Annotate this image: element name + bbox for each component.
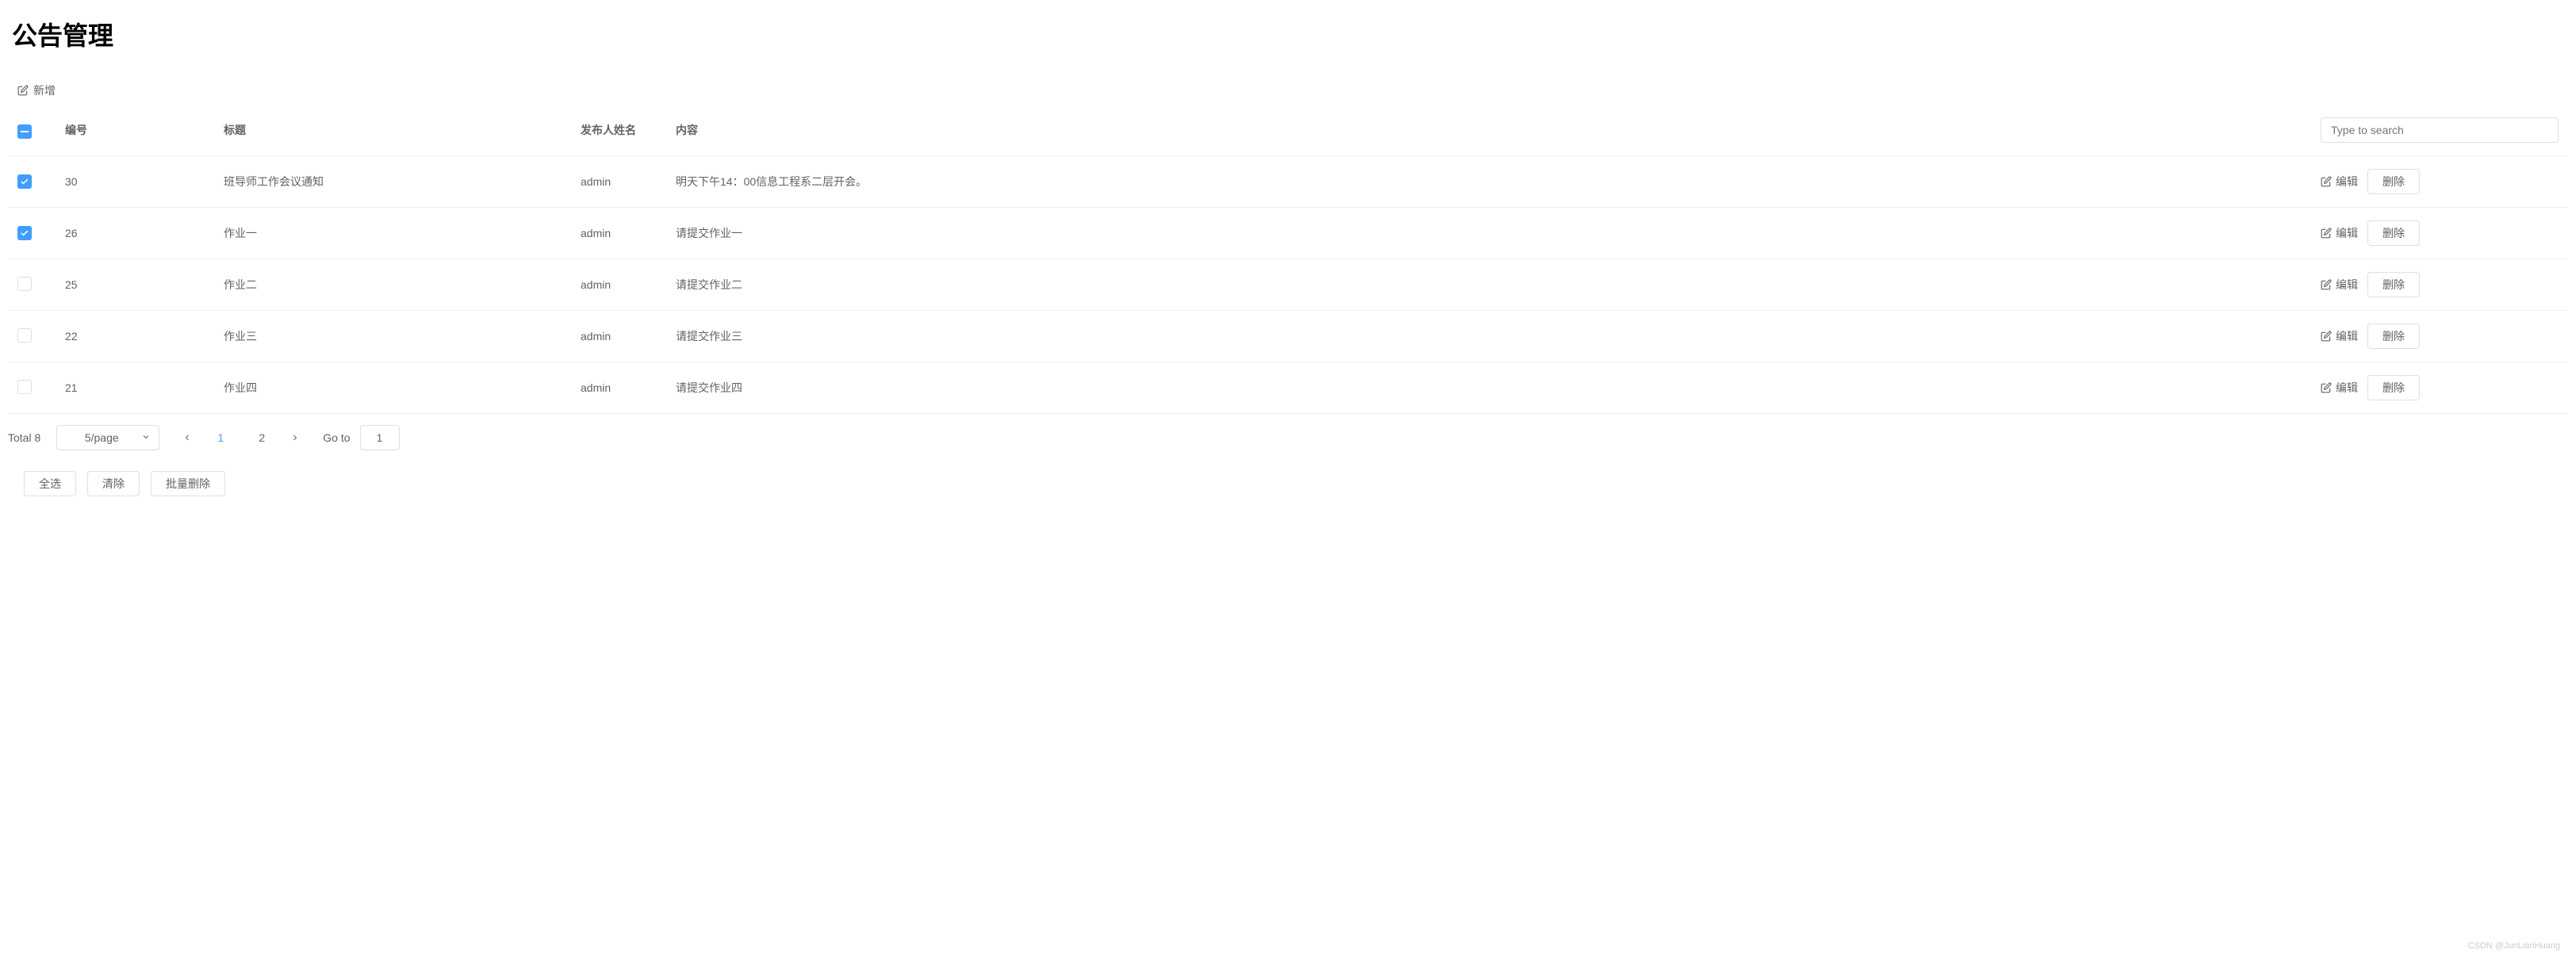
cell-id: 21 — [56, 362, 214, 414]
row-checkbox[interactable] — [17, 380, 32, 394]
edit-label: 编辑 — [2336, 328, 2358, 344]
edit-button[interactable]: 编辑 — [2321, 328, 2358, 344]
edit-button[interactable]: 编辑 — [2321, 380, 2358, 396]
select-all-checkbox[interactable] — [17, 124, 32, 139]
page-size-select[interactable]: 5/page — [56, 425, 159, 450]
goto-label: Go to — [323, 431, 350, 444]
cell-publisher: admin — [571, 259, 666, 311]
delete-button[interactable]: 删除 — [2367, 323, 2420, 349]
edit-label: 编辑 — [2336, 174, 2358, 189]
table-row: 21 作业四 admin 请提交作业四 编辑 删除 — [8, 362, 2568, 414]
edit-label: 编辑 — [2336, 225, 2358, 241]
edit-button[interactable]: 编辑 — [2321, 174, 2358, 189]
page-title: 公告管理 — [8, 16, 2568, 52]
next-page-button[interactable] — [283, 426, 307, 450]
edit-icon — [17, 85, 29, 96]
cell-content: 请提交作业四 — [666, 362, 2311, 414]
add-label: 新增 — [33, 82, 56, 98]
chevron-down-icon — [141, 431, 151, 444]
delete-button[interactable]: 删除 — [2367, 169, 2420, 194]
cell-id: 30 — [56, 156, 214, 208]
select-all-button[interactable]: 全选 — [24, 471, 76, 496]
batch-delete-button[interactable]: 批量删除 — [151, 471, 225, 496]
delete-button[interactable]: 删除 — [2367, 220, 2420, 246]
cell-content: 明天下午14：00信息工程系二层开会。 — [666, 156, 2311, 208]
edit-label: 编辑 — [2336, 277, 2358, 293]
cell-content: 请提交作业一 — [666, 208, 2311, 259]
page-size-label: 5/page — [85, 431, 119, 444]
edit-icon — [2321, 382, 2332, 393]
edit-label: 编辑 — [2336, 380, 2358, 396]
page-number-2[interactable]: 2 — [250, 426, 274, 450]
row-checkbox[interactable] — [17, 226, 32, 240]
edit-icon — [2321, 331, 2332, 342]
header-content: 内容 — [666, 105, 2311, 156]
cell-publisher: admin — [571, 311, 666, 362]
cell-title: 作业一 — [214, 208, 571, 259]
header-id: 编号 — [56, 105, 214, 156]
table-row: 22 作业三 admin 请提交作业三 编辑 删除 — [8, 311, 2568, 362]
edit-icon — [2321, 279, 2332, 290]
goto-input[interactable] — [360, 425, 400, 450]
delete-button[interactable]: 删除 — [2367, 375, 2420, 400]
cell-title: 作业三 — [214, 311, 571, 362]
bulk-actions: 全选 清除 批量删除 — [8, 461, 2568, 496]
header-title: 标题 — [214, 105, 571, 156]
cell-publisher: admin — [571, 208, 666, 259]
edit-icon — [2321, 176, 2332, 187]
cell-id: 22 — [56, 311, 214, 362]
edit-button[interactable]: 编辑 — [2321, 277, 2358, 293]
cell-content: 请提交作业二 — [666, 259, 2311, 311]
table-row: 26 作业一 admin 请提交作业一 编辑 删除 — [8, 208, 2568, 259]
row-checkbox[interactable] — [17, 174, 32, 189]
cell-title: 作业四 — [214, 362, 571, 414]
cell-publisher: admin — [571, 362, 666, 414]
add-button[interactable]: 新增 — [8, 76, 2568, 105]
prev-page-button[interactable] — [175, 426, 199, 450]
row-checkbox[interactable] — [17, 328, 32, 343]
header-publisher: 发布人姓名 — [571, 105, 666, 156]
cell-title: 作业二 — [214, 259, 571, 311]
cell-title: 班导师工作会议通知 — [214, 156, 571, 208]
cell-content: 请提交作业三 — [666, 311, 2311, 362]
cell-id: 26 — [56, 208, 214, 259]
watermark: CSDN @JunLianHuang — [2468, 941, 2560, 951]
pagination: Total 8 5/page 12 Go to — [8, 414, 2568, 461]
total-count: Total 8 — [8, 431, 40, 444]
clear-button[interactable]: 清除 — [87, 471, 140, 496]
cell-publisher: admin — [571, 156, 666, 208]
announcement-table: 编号 标题 发布人姓名 内容 30 班导师工作会议通知 admin 明天下午14… — [8, 105, 2568, 414]
table-row: 25 作业二 admin 请提交作业二 编辑 删除 — [8, 259, 2568, 311]
page-number-1[interactable]: 1 — [209, 426, 232, 450]
cell-id: 25 — [56, 259, 214, 311]
edit-icon — [2321, 228, 2332, 239]
search-input[interactable] — [2321, 117, 2559, 143]
table-row: 30 班导师工作会议通知 admin 明天下午14：00信息工程系二层开会。 编… — [8, 156, 2568, 208]
edit-button[interactable]: 编辑 — [2321, 225, 2358, 241]
row-checkbox[interactable] — [17, 277, 32, 291]
delete-button[interactable]: 删除 — [2367, 272, 2420, 297]
